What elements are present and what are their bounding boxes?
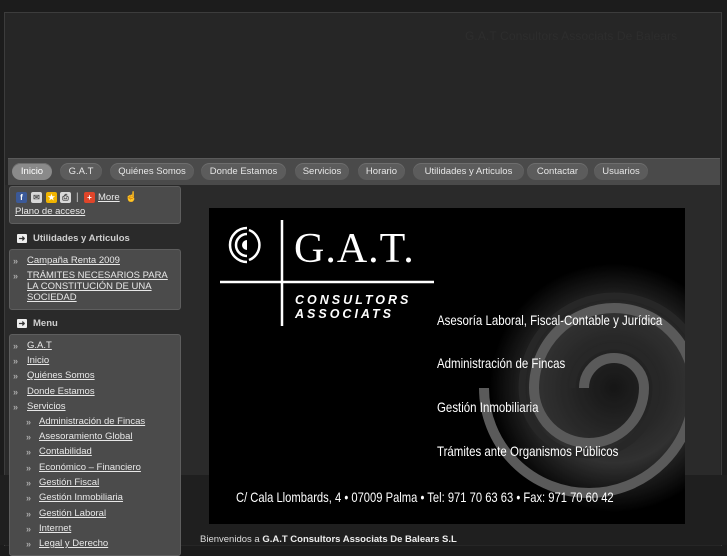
utilities-heading: Utilidades y Articulos [33,233,130,244]
banner-address: C/ Cala Llombards, 4 • 07009 Palma • Tel… [236,489,614,505]
submenu-item-legal[interactable]: Legal y Derecho [39,538,108,549]
nav-item-donde-estamos[interactable]: Donde Estamos [201,163,286,180]
submenu-item-asesoramiento[interactable]: Asesoramiento Global [39,431,132,442]
company-banner: G.A.T. CONSULTORS ASSOCIATS Asesoría Lab… [209,208,685,524]
nav-item-quienes-somos[interactable]: Quiénes Somos [110,163,194,180]
facebook-icon[interactable]: f [16,192,27,203]
menu-item-gat[interactable]: G.A.T [27,340,52,351]
utilities-item-renta[interactable]: Campaña Renta 2009 [27,255,120,266]
nav-item-usuarios[interactable]: Usuarios [594,163,648,180]
logo-text: G.A.T. [294,226,415,272]
menu-heading: Menu [33,318,58,329]
menu-item-servicios[interactable]: Servicios [27,401,66,412]
arrow-right-icon: ➜ [17,234,27,243]
nav-item-horario[interactable]: Horario [358,163,405,180]
double-chevron-icon: » [13,271,18,281]
double-chevron-icon: » [13,371,18,381]
logo-subtitle-2: ASSOCIATS [295,307,394,321]
double-chevron-icon: » [26,478,31,488]
submenu-item-fiscal[interactable]: Gestión Fiscal [39,477,99,488]
nav-item-servicios[interactable]: Servicios [295,163,349,180]
double-chevron-icon: » [26,447,31,457]
favorite-star-icon[interactable]: ★ [46,192,57,203]
double-chevron-icon: » [26,509,31,519]
submenu-item-economico[interactable]: Económico – Financiero [39,462,141,473]
double-chevron-icon: » [13,256,18,266]
arrow-right-icon: ➜ [17,319,27,328]
double-chevron-icon: » [26,493,31,503]
main-navigation: Inicio G.A.T Quiénes Somos Donde Estamos… [8,158,720,186]
double-chevron-icon: » [26,524,31,534]
submenu-item-administracion[interactable]: Administración de Fincas [39,416,145,427]
site-title: G.A.T Consultors Associats De Balears [465,29,678,43]
submenu-item-internet[interactable]: Internet [39,523,71,534]
welcome-prefix: Bienvenidos a [200,534,260,545]
nav-item-utilidades[interactable]: Utilidades y Articulos [413,163,524,180]
double-chevron-icon: » [13,402,18,412]
double-chevron-icon: » [26,417,31,427]
service-line-2: Administración de Fincas [437,355,566,371]
double-chevron-icon: » [13,356,18,366]
nav-item-gat[interactable]: G.A.T [60,163,102,180]
submenu-item-laboral[interactable]: Gestión Laboral [39,508,106,519]
menu-item-donde-estamos[interactable]: Donde Estamos [27,386,95,397]
utilities-item-tramites[interactable]: TRÁMITES NECESARIOS PARA LA CONSTITUCIÓN… [27,270,177,303]
menu-item-quienes-somos[interactable]: Quiénes Somos [27,370,95,381]
share-separator: | [76,192,79,203]
double-chevron-icon: » [13,341,18,351]
plus-share-icon[interactable]: + [84,192,95,203]
double-chevron-icon: » [13,387,18,397]
logo-subtitle-1: CONSULTORS [295,293,412,307]
submenu-item-contabilidad[interactable]: Contabilidad [39,446,92,457]
email-icon[interactable]: ✉ [31,192,42,203]
swirl-decoration [479,263,685,513]
service-line-1: Asesoría Laboral, Fiscal-Contable y Jurí… [437,312,663,328]
service-line-3: Gestión Inmobiliaria [437,399,539,415]
nav-item-inicio[interactable]: Inicio [12,163,52,180]
double-chevron-icon: » [26,539,31,549]
menu-item-inicio[interactable]: Inicio [27,355,49,366]
welcome-text: Bienvenidos a G.A.T Consultors Associats… [200,534,457,545]
submenu-item-inmobiliaria[interactable]: Gestión Inmobiliaria [39,492,123,503]
menu-box [9,334,181,556]
welcome-company: G.A.T Consultors Associats De Balears S.… [262,534,457,545]
double-chevron-icon: » [26,463,31,473]
print-icon[interactable]: ⎙ [60,192,71,203]
map-access-link[interactable]: Plano de acceso [15,206,85,217]
service-line-4: Trámites ante Organismos Públicos [437,443,619,459]
double-chevron-icon: » [26,432,31,442]
pointer-hand-icon: ☝ [125,192,138,203]
more-share-link[interactable]: More [98,192,120,203]
nav-item-contactar[interactable]: Contactar [527,163,588,180]
